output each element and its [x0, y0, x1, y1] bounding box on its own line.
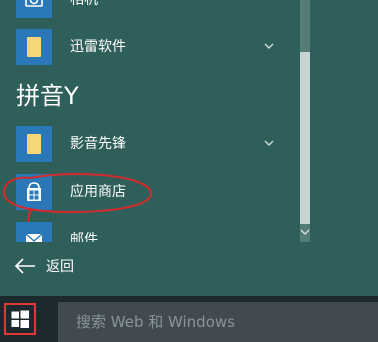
app-label: 应用商店: [70, 184, 126, 200]
chevron-down-icon[interactable]: [262, 136, 276, 150]
search-placeholder: 搜索 Web 和 Windows: [76, 313, 235, 331]
back-button[interactable]: 返回: [0, 248, 296, 286]
scrollbar[interactable]: [296, 0, 310, 242]
app-tile: [16, 222, 52, 242]
app-label: 邮件: [70, 232, 98, 242]
app-item-mail[interactable]: 邮件: [0, 218, 290, 242]
app-label: 影音先锋: [70, 136, 126, 152]
camera-icon: [25, 0, 43, 7]
app-tile: [16, 29, 52, 65]
app-tile: [16, 174, 52, 210]
scroll-thumb[interactable]: [300, 52, 310, 224]
windows-logo-icon: [11, 310, 29, 328]
back-label: 返回: [46, 259, 74, 275]
folder-icon: [27, 134, 41, 154]
section-header[interactable]: 拼音Y: [16, 76, 79, 116]
back-arrow-icon: [14, 258, 35, 274]
store-icon: [27, 182, 41, 201]
mail-icon: [25, 233, 43, 242]
app-item-xunlei-folder[interactable]: 迅雷软件: [0, 25, 290, 69]
app-tile: [16, 126, 52, 162]
app-tile: [16, 0, 52, 18]
app-item-store[interactable]: 应用商店: [0, 170, 290, 214]
folder-icon: [27, 37, 41, 57]
app-label: 相机: [70, 0, 98, 8]
search-box[interactable]: 搜索 Web 和 Windows: [58, 302, 378, 342]
app-label: 迅雷软件: [70, 39, 126, 55]
tiles-panel: [310, 0, 378, 296]
chevron-down-icon[interactable]: [262, 39, 276, 53]
app-list: 相机 迅雷软件 拼音Y 影音先锋 应用商店 邮件: [0, 0, 296, 242]
start-menu: 相机 迅雷软件 拼音Y 影音先锋 应用商店 邮件 返回: [0, 0, 378, 296]
start-button[interactable]: [4, 303, 36, 335]
app-item-yingyin-folder[interactable]: 影音先锋: [0, 122, 290, 166]
app-item-camera[interactable]: 相机: [0, 0, 290, 22]
